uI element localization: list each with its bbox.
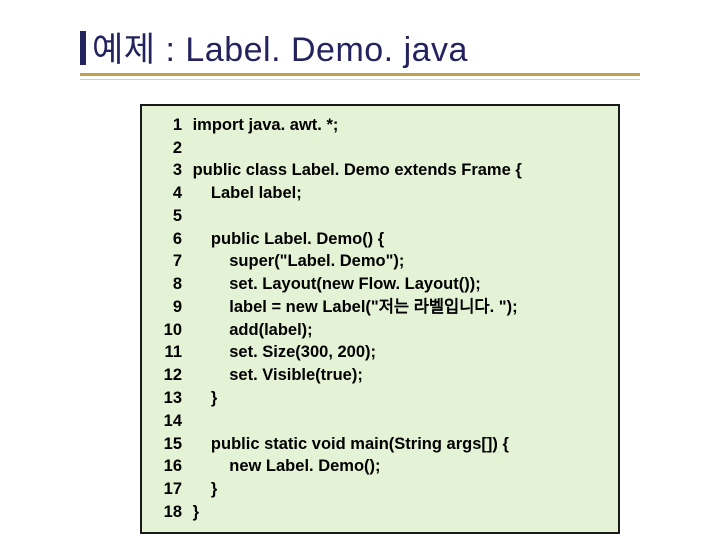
code-text: public static void main(String args[]) { bbox=[188, 433, 509, 456]
code-text: } bbox=[188, 501, 199, 524]
code-line: 11 set. Size(300, 200); bbox=[156, 341, 604, 364]
code-text: super("Label. Demo"); bbox=[188, 250, 404, 273]
code-line: 14 bbox=[156, 410, 604, 433]
page-title: 예제 : Label. Demo. java bbox=[92, 30, 468, 71]
title-accent-bar bbox=[80, 31, 86, 65]
code-line: 3 public class Label. Demo extends Frame… bbox=[156, 159, 604, 182]
code-line: 15 public static void main(String args[]… bbox=[156, 433, 604, 456]
code-line: 5 bbox=[156, 205, 604, 228]
slide: 예제 : Label. Demo. java 1 import java. aw… bbox=[0, 0, 720, 540]
line-number: 10 bbox=[156, 319, 182, 342]
code-line: 7 super("Label. Demo"); bbox=[156, 250, 604, 273]
title-block: 예제 : Label. Demo. java bbox=[80, 30, 670, 71]
code-text: public class Label. Demo extends Frame { bbox=[188, 159, 522, 182]
code-line: 1 import java. awt. *; bbox=[156, 114, 604, 137]
line-number: 17 bbox=[156, 478, 182, 501]
code-text: set. Size(300, 200); bbox=[188, 341, 376, 364]
line-number: 7 bbox=[156, 250, 182, 273]
line-number: 15 bbox=[156, 433, 182, 456]
line-number: 18 bbox=[156, 501, 182, 524]
code-text: label = new Label("저는 라벨입니다. "); bbox=[188, 296, 518, 319]
code-text: } bbox=[188, 478, 217, 501]
code-line: 8 set. Layout(new Flow. Layout()); bbox=[156, 273, 604, 296]
line-number: 2 bbox=[156, 137, 182, 160]
code-text: set. Layout(new Flow. Layout()); bbox=[188, 273, 481, 296]
line-number: 3 bbox=[156, 159, 182, 182]
code-line: 6 public Label. Demo() { bbox=[156, 228, 604, 251]
line-number: 14 bbox=[156, 410, 182, 433]
code-line: 16 new Label. Demo(); bbox=[156, 455, 604, 478]
code-text: public Label. Demo() { bbox=[188, 228, 384, 251]
line-number: 1 bbox=[156, 114, 182, 137]
code-text: set. Visible(true); bbox=[188, 364, 363, 387]
code-text: import java. awt. *; bbox=[188, 114, 338, 137]
code-line: 9 label = new Label("저는 라벨입니다. "); bbox=[156, 296, 604, 319]
code-text: new Label. Demo(); bbox=[188, 455, 381, 478]
code-text: } bbox=[188, 387, 217, 410]
code-line: 17 } bbox=[156, 478, 604, 501]
line-number: 16 bbox=[156, 455, 182, 478]
code-text: Label label; bbox=[188, 182, 302, 205]
line-number: 12 bbox=[156, 364, 182, 387]
code-text: add(label); bbox=[188, 319, 313, 342]
line-number: 8 bbox=[156, 273, 182, 296]
code-line: 13 } bbox=[156, 387, 604, 410]
code-line: 12 set. Visible(true); bbox=[156, 364, 604, 387]
line-number: 6 bbox=[156, 228, 182, 251]
code-line: 2 bbox=[156, 137, 604, 160]
code-box: 1 import java. awt. *; 2 3 public class … bbox=[140, 104, 620, 534]
code-line: 18 } bbox=[156, 501, 604, 524]
code-line: 10 add(label); bbox=[156, 319, 604, 342]
line-number: 5 bbox=[156, 205, 182, 228]
line-number: 13 bbox=[156, 387, 182, 410]
code-line: 4 Label label; bbox=[156, 182, 604, 205]
line-number: 9 bbox=[156, 296, 182, 319]
title-underline bbox=[80, 73, 640, 76]
line-number: 11 bbox=[156, 341, 182, 364]
line-number: 4 bbox=[156, 182, 182, 205]
